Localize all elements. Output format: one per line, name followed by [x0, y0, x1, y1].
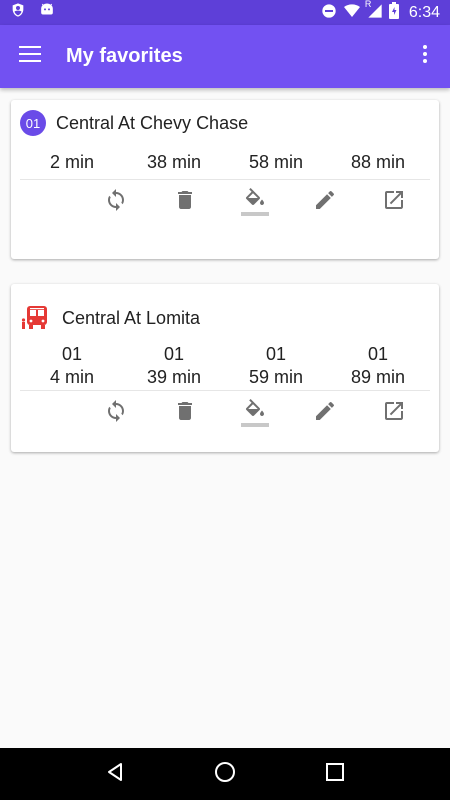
open-button[interactable]	[359, 180, 429, 224]
refresh-button[interactable]	[81, 391, 151, 435]
route-number: 01	[61, 344, 83, 364]
open-in-new-icon	[382, 188, 406, 217]
more-vert-icon	[423, 45, 427, 68]
favorite-card[interactable]: 01 Central At Chevy Chase 2 min 38 min 5…	[11, 100, 439, 259]
card-header: 01 Central At Chevy Chase	[11, 100, 439, 146]
arrival-times: 01 4 min 01 39 min 01 59 min 01 89 min	[11, 342, 439, 390]
clock: 6:34	[408, 3, 440, 21]
signal-label: R	[364, 0, 372, 9]
signal-icon: R	[364, 0, 383, 23]
refresh-icon	[104, 399, 128, 428]
arrival-time: 01 39 min	[123, 343, 225, 389]
bus-stop-icon	[20, 303, 50, 333]
route-number: 01	[265, 344, 287, 364]
refresh-icon	[104, 188, 128, 217]
recents-icon	[326, 762, 344, 786]
arrival-time: 01 89 min	[327, 343, 429, 389]
delete-icon	[173, 399, 197, 428]
stop-name: Central At Lomita	[62, 307, 201, 328]
android-icon	[38, 2, 56, 23]
system-nav-bar	[0, 748, 450, 800]
back-button[interactable]	[90, 748, 140, 800]
arrival-time: 2 min	[49, 152, 94, 172]
status-bar: R 6:34	[0, 0, 450, 25]
shield-icon	[10, 2, 26, 23]
page-title: My favorites	[66, 45, 183, 67]
color-button[interactable]	[220, 180, 290, 224]
arrival-time: 38 min	[146, 152, 202, 172]
color-swatch	[241, 212, 270, 216]
open-in-new-icon	[382, 399, 406, 428]
back-icon	[105, 762, 125, 787]
arrival-times: 2 min 38 min 58 min 88 min	[11, 146, 439, 179]
home-button[interactable]	[200, 748, 250, 800]
open-button[interactable]	[359, 391, 429, 435]
arrival-time: 01 59 min	[225, 343, 327, 389]
hamburger-icon	[19, 46, 41, 67]
battery-icon	[388, 2, 399, 23]
delete-button[interactable]	[151, 180, 221, 224]
route-number: 01	[163, 344, 185, 364]
color-button[interactable]	[220, 391, 290, 435]
edit-button[interactable]	[290, 391, 360, 435]
edit-button[interactable]	[290, 180, 360, 224]
card-actions	[11, 391, 439, 435]
arrival-time: 58 min	[248, 152, 304, 172]
do-not-disturb-icon	[321, 3, 337, 23]
delete-button[interactable]	[151, 391, 221, 435]
home-icon	[214, 761, 236, 788]
color-swatch	[241, 423, 270, 427]
app-bar: My favorites	[0, 25, 450, 88]
favorite-card[interactable]: Central At Lomita 01 4 min 01 39 min 01 …	[11, 284, 439, 452]
recents-button[interactable]	[310, 748, 360, 800]
edit-icon	[313, 188, 337, 217]
favorites-list: 01 Central At Chevy Chase 2 min 38 min 5…	[0, 88, 450, 748]
wifi-icon	[343, 3, 361, 23]
card-actions	[11, 180, 439, 224]
menu-button[interactable]	[0, 25, 60, 88]
stop-name: Central At Chevy Chase	[56, 112, 249, 133]
eta: 59 min	[248, 367, 304, 387]
overflow-menu-button[interactable]	[400, 25, 450, 88]
route-number: 01	[367, 344, 389, 364]
eta: 39 min	[146, 367, 202, 387]
refresh-button[interactable]	[81, 180, 151, 224]
delete-icon	[173, 188, 197, 217]
eta: 4 min	[49, 367, 94, 387]
arrival-time: 88 min	[350, 152, 406, 172]
eta: 89 min	[350, 367, 406, 387]
edit-icon	[313, 399, 337, 428]
route-badge: 01	[20, 110, 46, 136]
arrival-time: 01 4 min	[21, 343, 123, 389]
